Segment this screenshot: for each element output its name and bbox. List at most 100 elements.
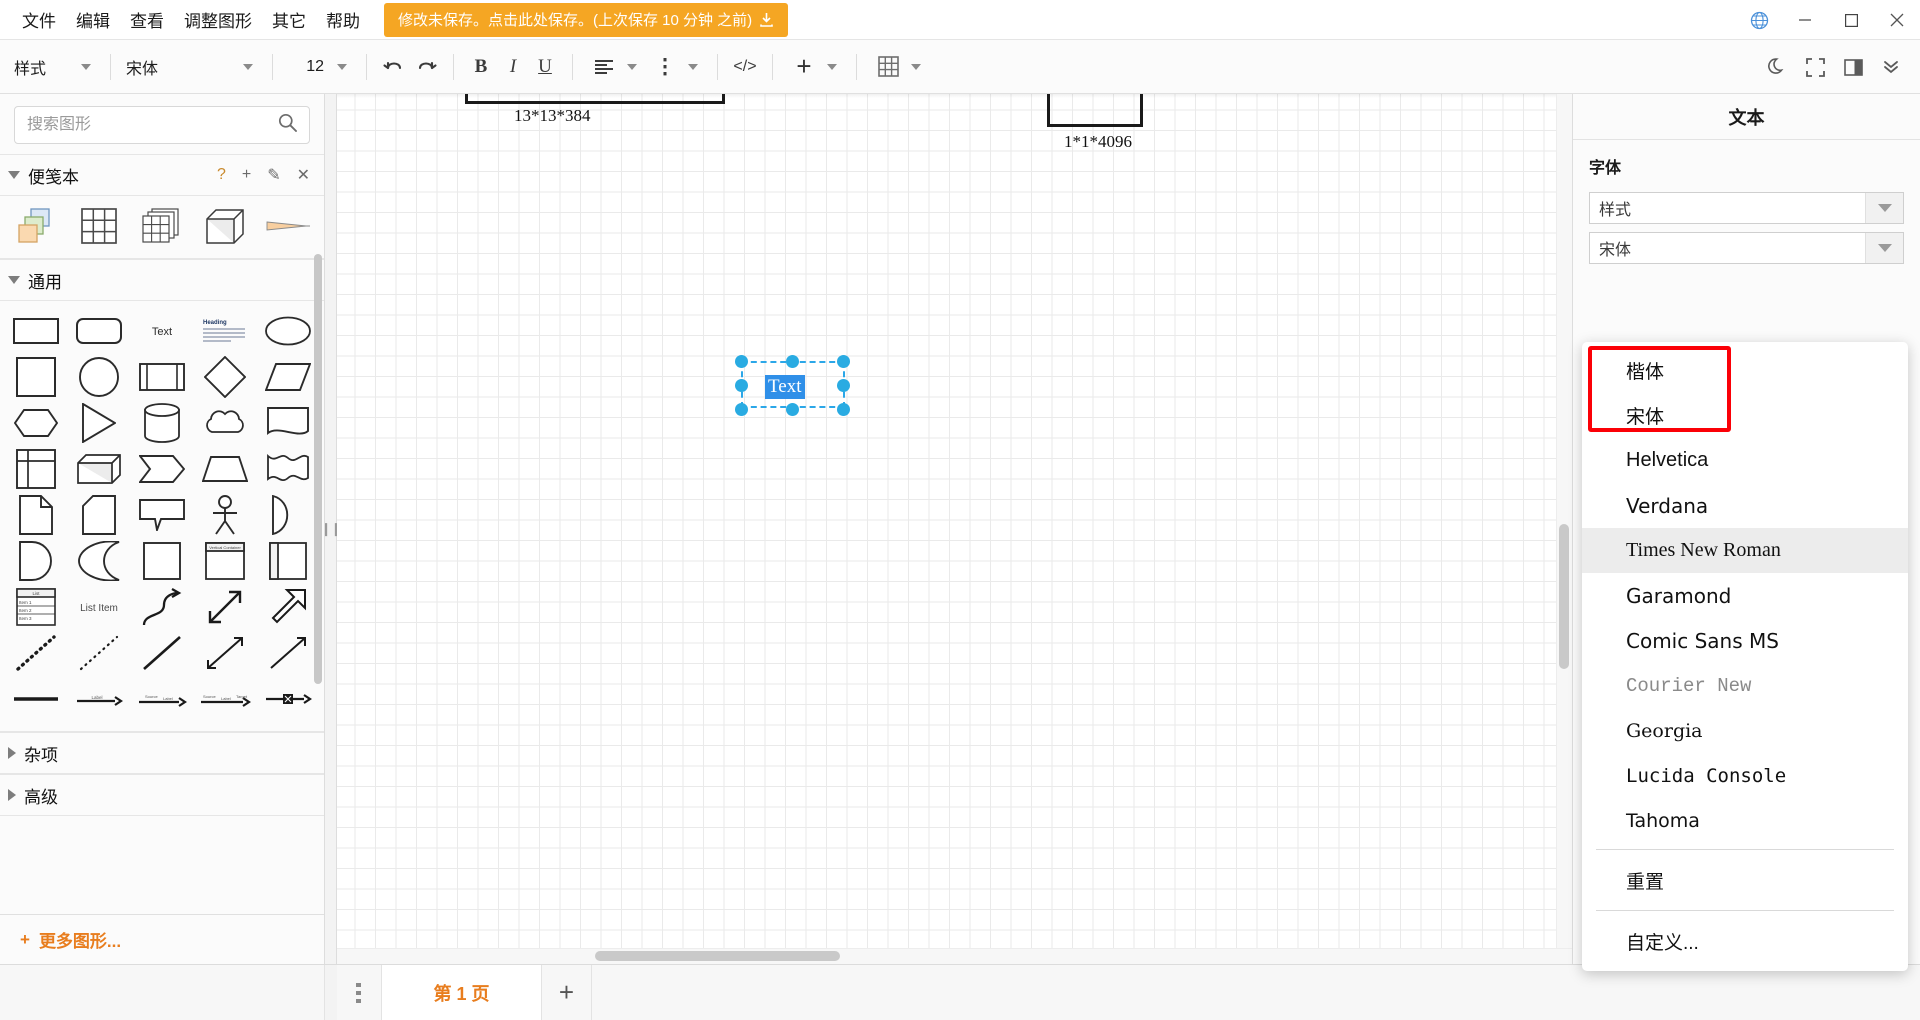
menu-item-file[interactable]: 文件 (12, 3, 66, 36)
shape-list[interactable]: List Item 1 Item 2 Item 3 (6, 585, 67, 629)
shape-block-arrow[interactable] (257, 585, 318, 629)
fullscreen-icon[interactable] (1798, 50, 1832, 84)
shape-cylinder[interactable] (132, 401, 193, 445)
section-header-general[interactable]: 通用 (0, 259, 324, 301)
shape-table[interactable] (6, 447, 67, 491)
shape-dotted-line-thick[interactable] (6, 631, 67, 675)
shape-hexagon[interactable] (6, 401, 67, 445)
add-page-button[interactable]: + (542, 965, 592, 1020)
insert-table-dropdown[interactable] (868, 52, 929, 82)
more-shapes-button[interactable]: + 更多图形... (0, 914, 324, 964)
edit-html-code-button[interactable]: </> (729, 51, 761, 83)
shape-parallelogram[interactable] (257, 355, 318, 399)
canvas-vertical-scroll-thumb[interactable] (1559, 524, 1569, 669)
shape-cube-3d[interactable] (69, 447, 130, 491)
page-menu-kebab-icon[interactable] (337, 965, 382, 1020)
close-icon[interactable] (1874, 0, 1920, 40)
font-menu-item-courier-new[interactable]: Courier New (1582, 663, 1908, 708)
shape-delay[interactable] (257, 493, 318, 537)
font-menu-item-georgia[interactable]: Georgia (1582, 708, 1908, 753)
shape-bidirectional-arrow[interactable] (194, 585, 255, 629)
edit-pencil-icon[interactable]: ✎ (267, 165, 280, 185)
bold-button[interactable]: B (465, 51, 497, 83)
sidebar-resize-handle[interactable]: ❙❙ (321, 94, 341, 964)
dark-mode-moon-icon[interactable] (1760, 50, 1794, 84)
resize-handle-sw[interactable] (735, 403, 748, 416)
minimize-icon[interactable] (1782, 0, 1828, 40)
shape-triangle[interactable] (69, 401, 130, 445)
shape-plain-line[interactable] (6, 677, 67, 721)
toggle-format-panel-icon[interactable] (1836, 50, 1870, 84)
shape-text[interactable]: Text (132, 309, 193, 353)
font-family-dropdown-menu[interactable]: 楷体 宋体 Helvetica Verdana Times New Roman … (1582, 342, 1908, 971)
shape-search-box[interactable] (14, 106, 310, 144)
section-header-scratchpad[interactable]: 便笺本 ? + ✎ ✕ (0, 154, 324, 196)
shape-source-target-arrow[interactable]: Source Label Target (194, 677, 255, 721)
shape-card[interactable] (69, 493, 130, 537)
menu-item-extras[interactable]: 其它 (262, 3, 316, 36)
shape-note[interactable] (6, 493, 67, 537)
font-menu-item-songti[interactable]: 宋体 (1582, 393, 1908, 438)
shape-trapezoid[interactable] (194, 447, 255, 491)
search-input[interactable] (27, 116, 278, 134)
menu-item-help[interactable]: 帮助 (316, 3, 370, 36)
section-header-advanced[interactable]: 高级 (0, 774, 324, 816)
shape-cone-arrow[interactable] (257, 204, 318, 248)
shape-vertical-titled-box[interactable] (257, 539, 318, 583)
maximize-icon[interactable] (1828, 0, 1874, 40)
shape-process[interactable] (132, 355, 193, 399)
resize-handle-n[interactable] (786, 355, 799, 368)
shape-document[interactable] (257, 401, 318, 445)
chevron-down-icon[interactable] (1865, 193, 1903, 223)
page-tab-1[interactable]: 第 1 页 (382, 965, 542, 1020)
shape-callout[interactable] (132, 493, 193, 537)
insert-dropdown[interactable]: + (784, 51, 845, 82)
selected-text-element[interactable]: Text (719, 339, 869, 429)
shape-circle[interactable] (69, 355, 130, 399)
menu-item-view[interactable]: 查看 (120, 3, 174, 36)
canvas-horizontal-scrollbar[interactable] (337, 948, 1572, 964)
search-icon[interactable] (278, 113, 297, 137)
font-menu-item-lucida-console[interactable]: Lucida Console (1582, 753, 1908, 798)
shapes-scroll-area[interactable]: 便笺本 ? + ✎ ✕ 通用 Text Heading Vertical Con… (0, 154, 324, 914)
shape-cloud[interactable] (194, 401, 255, 445)
underline-button[interactable]: U (529, 51, 561, 83)
selected-text-value[interactable]: Text (765, 375, 805, 399)
shape-chevron-step[interactable] (132, 447, 193, 491)
shape-actor[interactable] (194, 493, 255, 537)
shape-curved-arrow[interactable] (132, 585, 193, 629)
resize-handle-s[interactable] (786, 403, 799, 416)
font-size-dropdown[interactable]: 12 (284, 52, 355, 82)
shape-grid-3x3[interactable] (69, 204, 130, 248)
shape-cube[interactable] (194, 204, 255, 248)
resize-handle-nw[interactable] (735, 355, 748, 368)
chevron-down-icon[interactable] (1865, 233, 1903, 263)
style-dropdown[interactable]: 样式 (10, 52, 99, 82)
shape-arrow-with-box[interactable] (257, 677, 318, 721)
resize-handle-w[interactable] (735, 379, 748, 392)
shapes-panel-scrollbar[interactable] (314, 254, 322, 684)
style-select[interactable]: 样式 (1589, 192, 1904, 224)
shape-ellipse[interactable] (257, 309, 318, 353)
shape-square[interactable] (6, 355, 67, 399)
font-menu-item-times-new-roman[interactable]: Times New Roman (1582, 528, 1908, 573)
add-icon[interactable]: + (242, 166, 251, 184)
text-align-dropdown[interactable] (584, 52, 645, 82)
font-menu-item-verdana[interactable]: Verdana (1582, 483, 1908, 528)
font-menu-custom-button[interactable]: 自定义... (1582, 917, 1908, 965)
resize-handle-ne[interactable] (837, 355, 850, 368)
shape-crescent[interactable] (69, 539, 130, 583)
vertical-align-dropdown[interactable] (645, 52, 706, 82)
shape-labeled-arrow[interactable]: Label (69, 677, 130, 721)
canvas-horizontal-scroll-thumb[interactable] (595, 951, 840, 961)
font-menu-item-helvetica[interactable]: Helvetica (1582, 438, 1908, 483)
shape-titled-box[interactable]: Vertical Container (194, 539, 255, 583)
font-menu-item-tahoma[interactable]: Tahoma (1582, 798, 1908, 843)
font-menu-reset-button[interactable]: 重置 (1582, 856, 1908, 904)
shape-half-circle[interactable] (6, 539, 67, 583)
resize-handle-se[interactable] (837, 403, 850, 416)
shape-rounded-rectangle[interactable] (69, 309, 130, 353)
font-menu-item-comic-sans-ms[interactable]: Comic Sans MS (1582, 618, 1908, 663)
italic-button[interactable]: I (497, 51, 529, 83)
shape-textbox[interactable]: Heading (194, 309, 255, 353)
